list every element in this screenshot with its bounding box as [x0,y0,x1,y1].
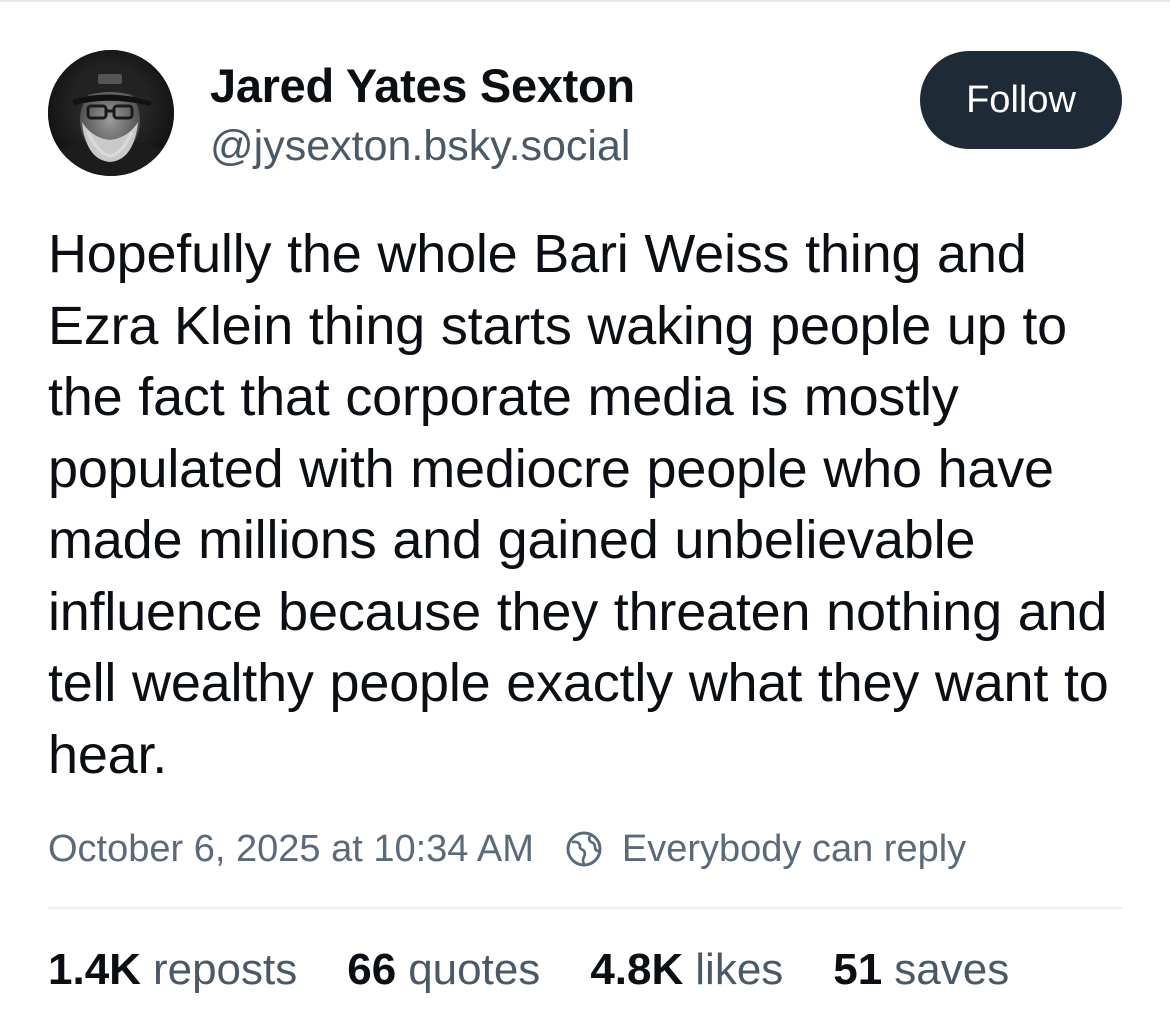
stat-quotes[interactable]: 66 quotes [347,945,540,995]
post-meta: October 6, 2025 at 10:34 AM Everybody ca… [48,822,966,876]
avatar[interactable] [48,50,174,176]
stat-label: saves [894,945,1010,994]
stat-label: quotes [408,945,541,994]
stat-label: reposts [152,945,298,994]
globe-icon [564,829,604,869]
post: Jared Yates Sexton @jysexton.bsky.social… [0,0,1170,1036]
stat-label: likes [695,945,784,994]
stat-likes[interactable]: 4.8K likes [590,945,783,995]
stats-row: 1.4K reposts 66 quotes 4.8K likes 51 sav… [48,945,1009,995]
avatar-image [48,50,174,176]
stat-count: 4.8K [590,945,684,994]
follow-button[interactable]: Follow [920,51,1122,149]
post-timestamp[interactable]: October 6, 2025 at 10:34 AM [48,828,534,871]
reply-setting[interactable]: Everybody can reply [622,828,966,871]
stat-count: 1.4K [48,945,141,994]
stat-saves[interactable]: 51 saves [833,945,1009,995]
stat-count: 51 [833,945,883,994]
stat-count: 66 [347,945,397,994]
post-text: Hopefully the whole Bari Weiss thing and… [48,224,1109,785]
author-name[interactable]: Jared Yates Sexton [210,58,635,113]
stat-reposts[interactable]: 1.4K reposts [48,945,297,995]
divider [48,907,1122,909]
author-handle[interactable]: @jysexton.bsky.social [210,122,630,171]
